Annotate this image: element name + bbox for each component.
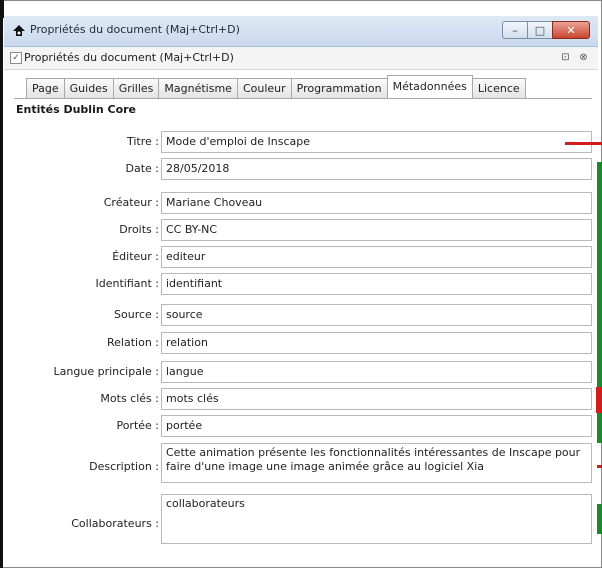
input-editeur[interactable]: editeur <box>161 246 592 268</box>
input-droits[interactable]: CC BY-NC <box>161 219 592 241</box>
maximize-button[interactable]: □ <box>527 21 553 39</box>
tab-grilles[interactable]: Grilles <box>112 78 160 98</box>
tab-page[interactable]: Page <box>26 78 65 98</box>
tab-programmation[interactable]: Programmation <box>290 78 388 98</box>
screen-edge-left <box>0 18 3 568</box>
tab-guides[interactable]: Guides <box>63 78 114 98</box>
input-relation[interactable]: relation <box>161 332 592 354</box>
label-identifiant: Identifiant : <box>95 277 160 290</box>
minimize-button[interactable]: – <box>502 21 528 39</box>
close-button[interactable]: ✕ <box>552 21 590 39</box>
section-title: Entités Dublin Core <box>16 103 137 116</box>
window-titlebar[interactable]: Propriétés du document (Maj+Ctrl+D) – □ … <box>4 16 598 47</box>
label-collaborateurs: Collaborateurs : <box>71 517 159 530</box>
input-identifiant[interactable]: identifiant <box>161 273 592 295</box>
tab-magnetisme[interactable]: Magnétisme <box>158 78 238 98</box>
label-portee: Portée : <box>116 419 159 432</box>
label-editeur: Éditeur : <box>112 250 159 263</box>
label-description: Description : <box>89 460 159 473</box>
label-createur: Créateur : <box>103 196 159 209</box>
red-side-marker <box>596 387 602 413</box>
inkscape-logo-icon <box>13 25 25 36</box>
green-side-marker <box>597 413 602 443</box>
input-mots-cles[interactable]: mots clés <box>161 388 592 410</box>
label-droits: Droits : <box>119 223 159 236</box>
dock-toggle-checkbox[interactable]: ✓ <box>10 52 22 64</box>
input-createur[interactable]: Mariane Choveau <box>161 192 592 214</box>
input-source[interactable]: source <box>161 304 592 326</box>
window-controls: – □ ✕ <box>502 21 590 41</box>
label-date: Date : <box>125 162 160 175</box>
input-description[interactable]: Cette animation présente les fonctionnal… <box>161 443 592 483</box>
label-source: Source : <box>114 308 159 321</box>
tab-couleur[interactable]: Couleur <box>236 78 292 98</box>
input-date[interactable]: 28/05/2018 <box>161 158 592 180</box>
label-langue: Langue principale : <box>53 365 159 378</box>
green-side-marker <box>597 162 602 387</box>
input-langue[interactable]: langue <box>161 361 592 383</box>
red-tick-marker <box>597 465 602 468</box>
window-title: Propriétés du document (Maj+Ctrl+D) <box>30 23 240 36</box>
tab-metadonnees[interactable]: Métadonnées <box>386 75 473 98</box>
input-titre[interactable]: Mode d'emploi de Inscape <box>161 131 592 153</box>
red-marker-line <box>565 142 602 145</box>
dock-close-icon[interactable]: ⊗ <box>577 51 590 64</box>
input-collaborateurs[interactable]: collaborateurs <box>161 494 592 544</box>
dock-restore-icon[interactable]: ⊡ <box>559 51 572 64</box>
label-relation: Relation : <box>107 336 159 349</box>
label-mots-cles: Mots clés : <box>100 392 159 405</box>
dock-title: Propriétés du document (Maj+Ctrl+D) <box>24 51 234 64</box>
tab-licence[interactable]: Licence <box>471 78 526 98</box>
dock-header: ✓ Propriétés du document (Maj+Ctrl+D) ⊡ … <box>4 47 598 70</box>
tab-bar: Page Guides Grilles Magnétisme Couleur P… <box>26 75 526 98</box>
green-side-marker <box>597 504 602 534</box>
label-titre: Titre : <box>126 135 159 148</box>
input-portee[interactable]: portée <box>161 415 592 437</box>
